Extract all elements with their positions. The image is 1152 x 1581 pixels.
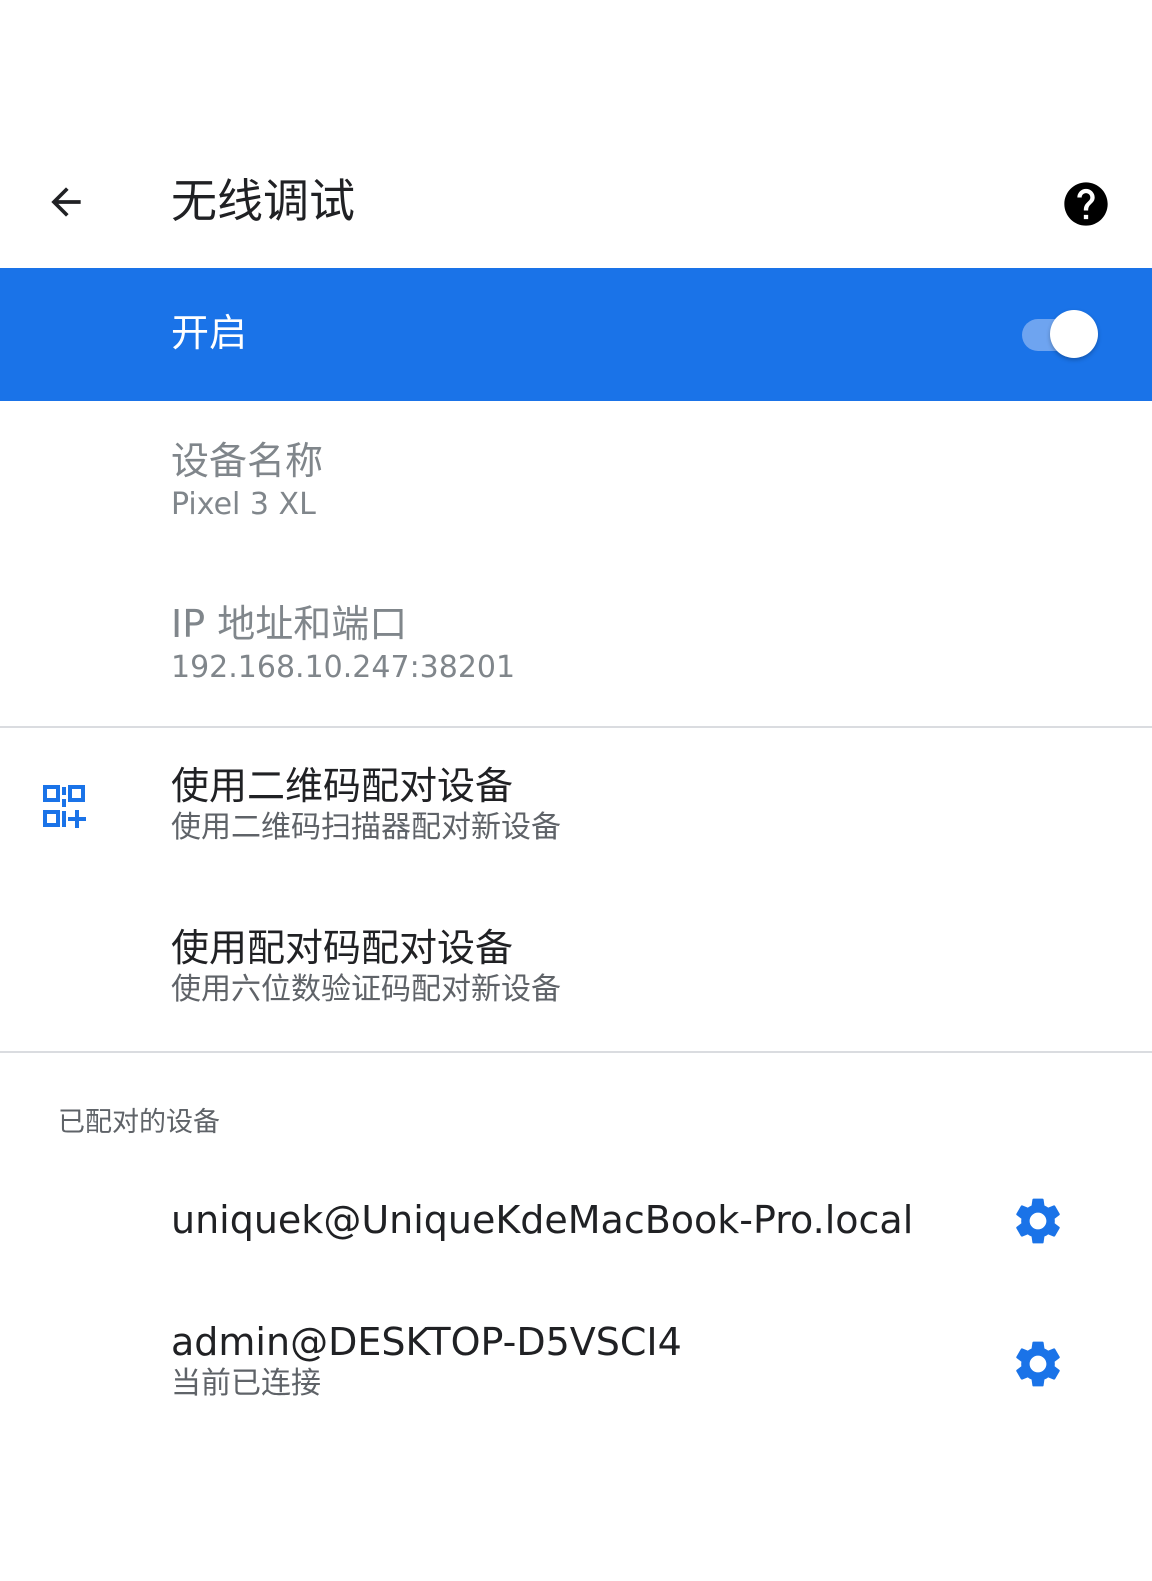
divider — [0, 1051, 1152, 1053]
device-settings-button[interactable] — [1010, 1193, 1066, 1249]
paired-device-row[interactable]: uniquek@UniqueKdeMacBook-Pro.local — [0, 1160, 1152, 1280]
help-button[interactable] — [1058, 176, 1114, 232]
main-switch-bar[interactable]: 开启 — [0, 268, 1152, 401]
pair-qr-row[interactable]: 使用二维码配对设备 使用二维码扫描器配对新设备 — [0, 728, 1152, 890]
page-title: 无线调试 — [171, 174, 355, 228]
paired-devices-header: 已配对的设备 — [58, 1107, 220, 1138]
paired-device-name: uniquek@UniqueKdeMacBook-Pro.local — [171, 1198, 914, 1242]
pair-code-row[interactable]: 使用配对码配对设备 使用六位数验证码配对新设备 — [0, 890, 1152, 1052]
arrow-back-icon — [51, 187, 81, 217]
help-circle-icon — [1064, 182, 1108, 226]
gear-icon — [1016, 1198, 1060, 1244]
main-switch-label: 开启 — [171, 311, 248, 355]
device-settings-button[interactable] — [1010, 1336, 1066, 1392]
paired-device-status: 当前已连接 — [171, 1366, 321, 1401]
pair-qr-summary: 使用二维码扫描器配对新设备 — [171, 810, 561, 845]
ip-port-title: IP 地址和端口 — [171, 602, 408, 646]
ip-port-value: 192.168.10.247:38201 — [171, 650, 516, 685]
qr-code-scanner-icon — [43, 785, 86, 828]
pair-code-summary: 使用六位数验证码配对新设备 — [171, 972, 561, 1007]
pair-code-title: 使用配对码配对设备 — [171, 926, 514, 970]
paired-device-name: admin@DESKTOP-D5VSCI4 — [171, 1320, 682, 1364]
device-name-row[interactable]: 设备名称 Pixel 3 XL — [0, 401, 1152, 564]
paired-device-row[interactable]: admin@DESKTOP-D5VSCI4 当前已连接 — [0, 1290, 1152, 1430]
back-button[interactable] — [30, 170, 102, 234]
ip-port-row[interactable]: IP 地址和端口 192.168.10.247:38201 — [0, 564, 1152, 726]
device-name-value: Pixel 3 XL — [171, 487, 316, 522]
switch-toggle[interactable] — [1050, 310, 1098, 358]
device-name-title: 设备名称 — [171, 439, 324, 483]
gear-icon — [1016, 1341, 1060, 1387]
pair-qr-title: 使用二维码配对设备 — [171, 764, 514, 808]
